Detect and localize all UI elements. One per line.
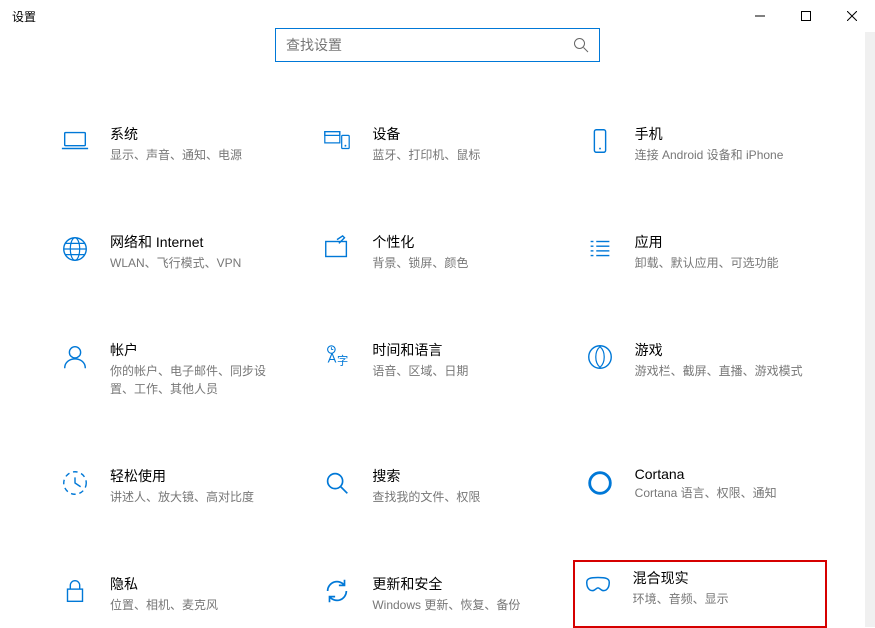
tile-personalization[interactable]: 个性化 背景、锁屏、颜色 <box>312 228 562 276</box>
tile-desc: 环境、音频、显示 <box>633 590 729 608</box>
tile-system[interactable]: 系统 显示、声音、通知、电源 <box>50 120 300 168</box>
tile-desc: 卸载、默认应用、可选功能 <box>635 254 779 272</box>
personalization-icon <box>320 232 354 266</box>
tile-title: 手机 <box>635 124 784 144</box>
laptop-icon <box>58 124 92 158</box>
tile-desc: 显示、声音、通知、电源 <box>110 146 242 164</box>
headset-icon <box>581 568 615 602</box>
sync-icon <box>320 574 354 608</box>
tile-apps[interactable]: 应用 卸载、默认应用、可选功能 <box>575 228 825 276</box>
maximize-icon <box>801 11 811 21</box>
maximize-button[interactable] <box>783 0 829 32</box>
tile-update-security[interactable]: 更新和安全 Windows 更新、恢复、备份 <box>312 570 562 618</box>
tile-accounts[interactable]: 帐户 你的帐户、电子邮件、同步设置、工作、其他人员 <box>50 336 300 402</box>
minimize-button[interactable] <box>737 0 783 32</box>
tile-title: 游戏 <box>635 340 803 360</box>
globe-icon <box>58 232 92 266</box>
tile-title: Cortana <box>635 466 777 482</box>
tile-title: 混合现实 <box>633 568 729 588</box>
tile-network[interactable]: 网络和 Internet WLAN、飞行模式、VPN <box>50 228 300 276</box>
tile-title: 时间和语言 <box>372 340 468 360</box>
tile-title: 网络和 Internet <box>110 232 241 252</box>
tile-title: 个性化 <box>372 232 468 252</box>
tile-desc: 游戏栏、截屏、直播、游戏模式 <box>635 362 803 380</box>
tile-title: 隐私 <box>110 574 218 594</box>
window-controls <box>737 0 875 32</box>
tile-time-language[interactable]: A字 时间和语言 语音、区域、日期 <box>312 336 562 402</box>
tile-desc: 查找我的文件、权限 <box>372 488 480 506</box>
search-tile-icon <box>320 466 354 500</box>
tile-title: 帐户 <box>110 340 285 360</box>
svg-text:字: 字 <box>337 354 348 368</box>
tile-desc: 背景、锁屏、颜色 <box>372 254 468 272</box>
tile-title: 系统 <box>110 124 242 144</box>
tile-desc: 蓝牙、打印机、鼠标 <box>372 146 480 164</box>
tile-devices[interactable]: 设备 蓝牙、打印机、鼠标 <box>312 120 562 168</box>
tile-privacy[interactable]: 隐私 位置、相机、麦克风 <box>50 570 300 618</box>
scrollbar[interactable] <box>865 32 875 627</box>
tile-desc: 你的帐户、电子邮件、同步设置、工作、其他人员 <box>110 362 285 398</box>
tile-desc: Cortana 语言、权限、通知 <box>635 484 777 502</box>
tile-desc: 讲述人、放大镜、高对比度 <box>110 488 254 506</box>
tile-phone[interactable]: 手机 连接 Android 设备和 iPhone <box>575 120 825 168</box>
tile-mixed-reality[interactable]: 混合现实 环境、音频、显示 <box>573 560 827 628</box>
settings-grid: 系统 显示、声音、通知、电源 设备 蓝牙、打印机、鼠标 手机 连接 Androi… <box>0 120 875 618</box>
tile-desc: 位置、相机、麦克风 <box>110 596 218 614</box>
search-icon <box>573 37 589 53</box>
tile-desc: 语音、区域、日期 <box>372 362 468 380</box>
tile-ease-of-access[interactable]: 轻松使用 讲述人、放大镜、高对比度 <box>50 462 300 510</box>
tile-gaming[interactable]: 游戏 游戏栏、截屏、直播、游戏模式 <box>575 336 825 402</box>
cortana-icon <box>583 466 617 500</box>
person-icon <box>58 340 92 374</box>
tile-title: 轻松使用 <box>110 466 254 486</box>
lock-icon <box>58 574 92 608</box>
gaming-icon <box>583 340 617 374</box>
time-language-icon: A字 <box>320 340 354 374</box>
minimize-icon <box>755 11 765 21</box>
tile-title: 更新和安全 <box>372 574 520 594</box>
search-box[interactable] <box>275 28 600 62</box>
apps-icon <box>583 232 617 266</box>
ease-of-access-icon <box>58 466 92 500</box>
window-title: 设置 <box>0 8 36 25</box>
tile-title: 设备 <box>372 124 480 144</box>
tile-cortana[interactable]: Cortana Cortana 语言、权限、通知 <box>575 462 825 510</box>
devices-icon <box>320 124 354 158</box>
tile-desc: 连接 Android 设备和 iPhone <box>635 146 784 164</box>
close-button[interactable] <box>829 0 875 32</box>
search-wrap <box>0 28 875 62</box>
close-icon <box>847 11 857 21</box>
search-input[interactable] <box>286 37 573 53</box>
tile-title: 搜索 <box>372 466 480 486</box>
tile-search[interactable]: 搜索 查找我的文件、权限 <box>312 462 562 510</box>
phone-icon <box>583 124 617 158</box>
tile-title: 应用 <box>635 232 779 252</box>
tile-desc: Windows 更新、恢复、备份 <box>372 596 520 614</box>
tile-desc: WLAN、飞行模式、VPN <box>110 254 241 272</box>
